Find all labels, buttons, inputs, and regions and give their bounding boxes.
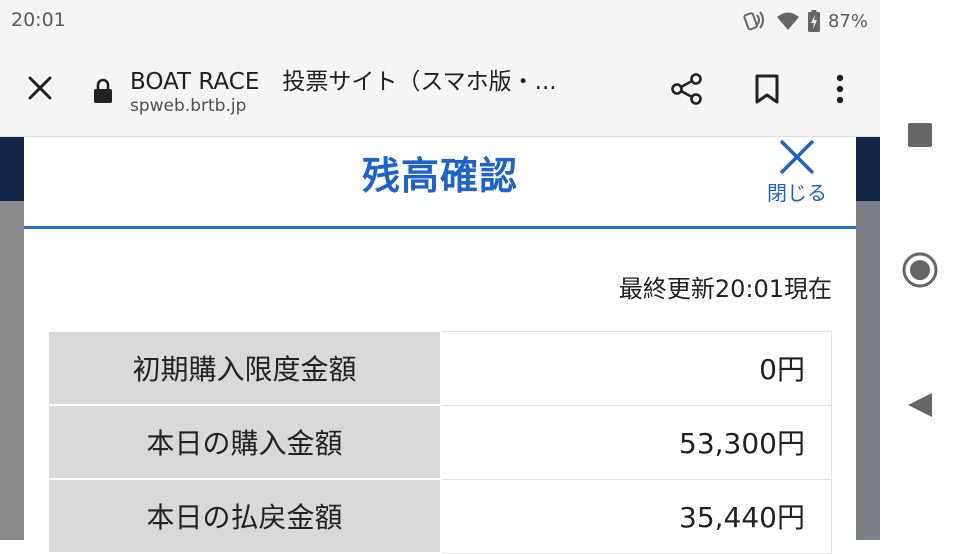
close-icon [28, 76, 52, 100]
row-label: 本日の払戻金額 [47, 478, 442, 554]
table-row: 本日の払戻金額 35,440円 [47, 478, 832, 554]
row-value: 35,440円 [440, 478, 832, 554]
recents-square-icon [908, 123, 932, 147]
system-nav-bar [880, 0, 960, 540]
home-button[interactable] [880, 240, 960, 300]
more-menu-button[interactable] [820, 66, 860, 112]
row-label: 初期購入限度金額 [47, 330, 442, 406]
lock-icon [94, 78, 112, 103]
last-updated-text: 最終更新20:01現在 [618, 275, 832, 303]
bookmark-button[interactable] [746, 66, 788, 112]
table-row: 初期購入限度金額 0円 [47, 330, 832, 406]
battery-percent: 87% [827, 10, 868, 32]
back-button[interactable] [880, 375, 960, 435]
share-icon [671, 73, 702, 105]
row-label: 本日の購入金額 [47, 404, 442, 480]
page-title[interactable]: BOAT RACE 投票サイト（スマホ版・... [130, 62, 630, 96]
close-icon [779, 139, 815, 175]
close-tab-button[interactable] [20, 68, 60, 108]
dialog-title: 残高確認 [361, 154, 518, 198]
bookmark-icon [755, 74, 779, 104]
nfc-phone-icon [742, 9, 768, 33]
table-row: 本日の購入金額 53,300円 [47, 404, 832, 480]
row-value: 0円 [440, 330, 832, 406]
battery-charging-icon [807, 10, 820, 32]
balance-table: 初期購入限度金額 0円 本日の購入金額 53,300円 本日の払戻金額 35,4… [47, 330, 832, 554]
dialog-close-label: 閉じる [767, 181, 827, 205]
balance-dialog: 残高確認 閉じる 最終更新20:01現在 初期購入限度金額 0円 本日の購入金額… [24, 137, 856, 554]
dialog-divider [24, 226, 856, 229]
back-triangle-icon [908, 393, 932, 417]
browser-toolbar: BOAT RACE 投票サイト（スマホ版・... spweb.brtb.jp [0, 42, 880, 137]
more-vert-icon [836, 74, 844, 104]
wifi-icon [776, 11, 800, 31]
share-button[interactable] [664, 66, 710, 112]
status-time: 20:01 [11, 9, 66, 31]
dialog-close-button[interactable]: 閉じる [758, 137, 836, 209]
page-url[interactable]: spweb.brtb.jp [130, 96, 246, 116]
row-value: 53,300円 [440, 404, 832, 480]
home-circle-icon [902, 252, 938, 288]
status-bar: 20:01 87% [0, 0, 880, 42]
backdrop-right [856, 201, 880, 540]
backdrop-left [0, 201, 24, 540]
status-icons: 87% [742, 8, 868, 34]
recents-button[interactable] [880, 105, 960, 165]
